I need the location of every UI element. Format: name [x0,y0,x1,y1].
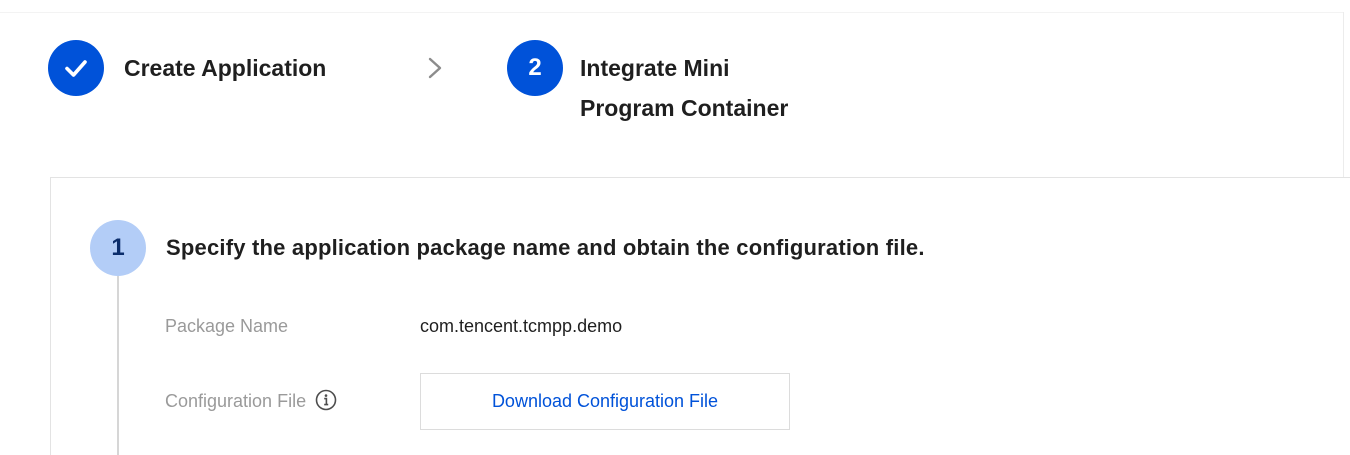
step-1-label[interactable]: Create Application [124,48,326,88]
configuration-file-label-row: Configuration File [165,386,337,416]
section-title: Specify the application package name and… [166,235,925,260]
card-top-border [0,12,1344,13]
download-configuration-file-button[interactable]: Download Configuration File [420,373,790,430]
info-icon[interactable] [315,389,337,411]
step-2-label-line2: Program Container [580,95,789,121]
configuration-file-label: Configuration File [165,391,307,411]
package-name-value: com.tencent.tcmpp.demo [420,316,623,336]
step-2-label-line1: Integrate Mini [580,55,730,81]
page: Create Application 2 Integrate Mini Prog… [0,0,1350,455]
section-number-badge: 1 [90,220,146,276]
step-2-label[interactable]: Integrate Mini Program Container [580,48,880,128]
section-timeline-line [117,276,119,455]
chevron-right-icon [428,57,442,79]
step-1-complete-badge [48,40,104,96]
checkmark-icon [65,60,87,77]
step-2-number-badge: 2 [507,40,563,96]
package-name-label: Package Name [165,316,289,336]
